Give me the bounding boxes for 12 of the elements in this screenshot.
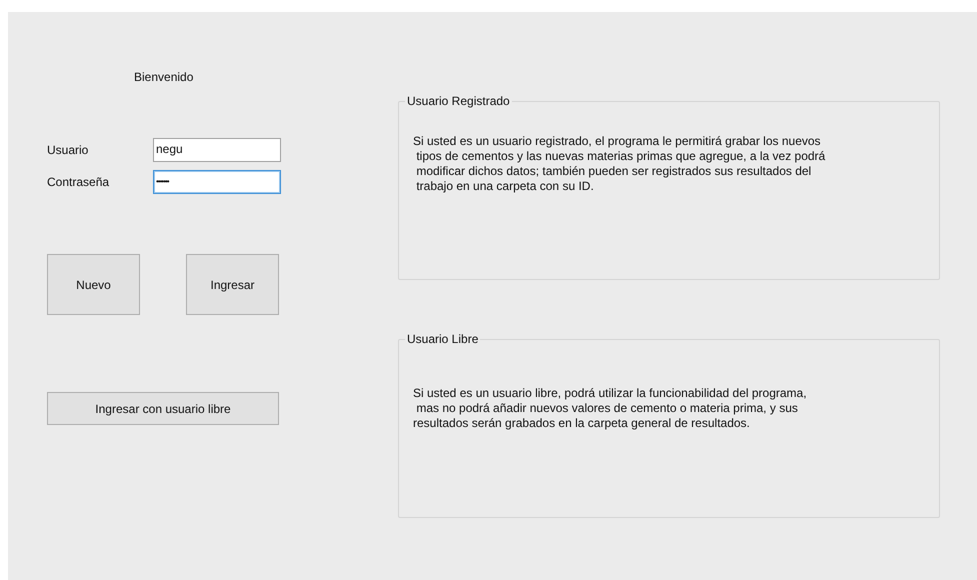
- info-text: Si usted es un usuario registrado, el programa le permitirá grabar los nuevos tipos de cementos y las nuevas materias primas que agregue, a la vez podrá modificar dichos datos; también pueden ser registrados sus resultados del trabajo en una carpeta con su ID.: [413, 134, 826, 194]
- action-button[interactable]: Ingresar: [186, 254, 279, 315]
- group-title: Usuario Registrado: [406, 94, 511, 108]
- field-label: Usuario: [47, 143, 90, 157]
- password-field[interactable]: •••••••: [153, 170, 281, 194]
- group-title: Usuario Libre: [406, 332, 480, 346]
- info-text: Si usted es un usuario libre, podrá utilizar la funcionabilidad del programa, mas no podrá añadir nuevos valores de cemento o materia prima, y sus resultados serán grabados en la carpeta general de resultados.: [413, 386, 808, 431]
- welcome-label: Bienvenido: [134, 70, 194, 86]
- field-label: Contraseña: [47, 175, 110, 189]
- free-login-button[interactable]: Ingresar con usuario libre: [47, 392, 279, 425]
- username-field[interactable]: negu: [153, 138, 281, 162]
- action-button[interactable]: Nuevo: [47, 254, 140, 315]
